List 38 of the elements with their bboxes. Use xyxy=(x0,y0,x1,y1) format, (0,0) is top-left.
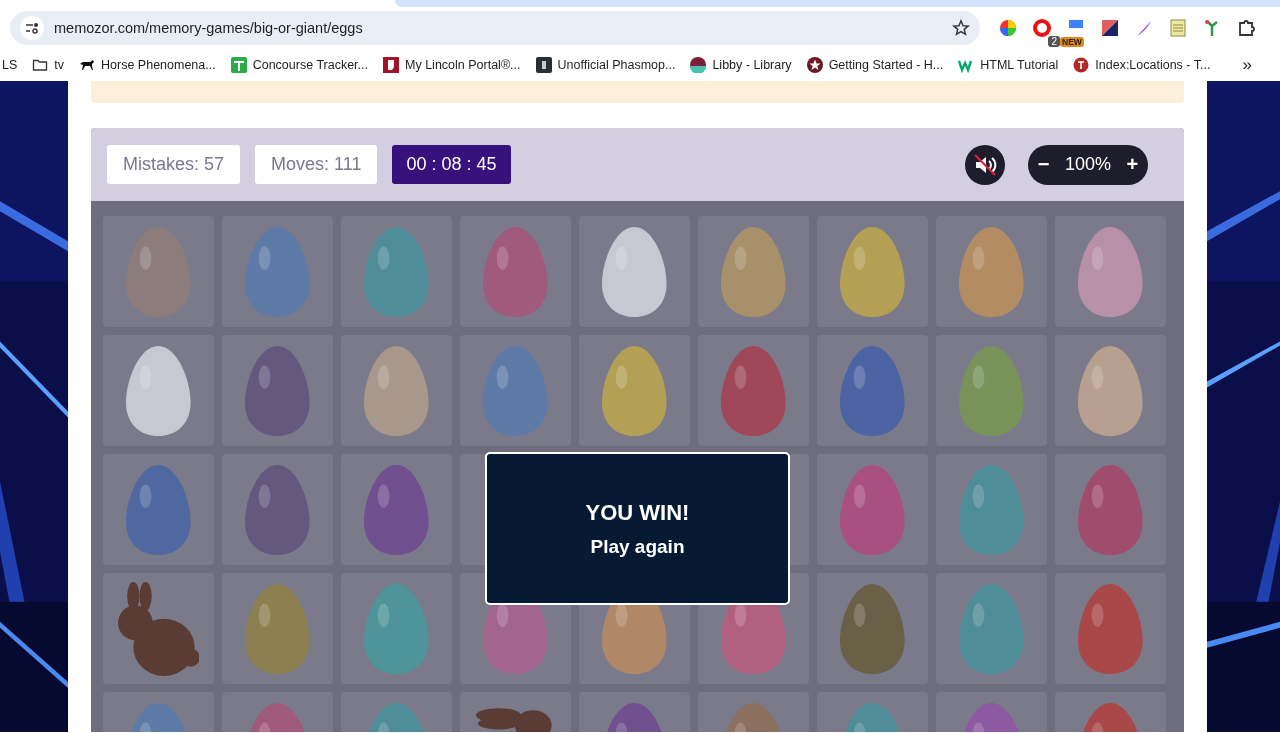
zoom-in-button[interactable]: + xyxy=(1122,153,1143,176)
folder-icon xyxy=(32,57,49,73)
book-icon xyxy=(535,57,552,73)
site-settings-icon[interactable] xyxy=(20,16,44,40)
cross-icon xyxy=(230,57,247,73)
sound-button[interactable] xyxy=(965,144,1005,185)
flag-icon[interactable] xyxy=(1100,18,1120,38)
color-wheel-icon[interactable] xyxy=(998,18,1018,38)
notification-badge: 2 xyxy=(1048,36,1060,47)
bookmark[interactable]: Concourse Tracker... xyxy=(230,57,368,73)
seal-icon xyxy=(1073,57,1090,73)
notepad-icon[interactable] xyxy=(1168,18,1188,38)
bookmark[interactable]: Horse Phenomena... xyxy=(79,57,216,73)
profile-icon xyxy=(383,57,399,73)
win-title: YOU WIN! xyxy=(585,499,690,526)
bookmark[interactable]: HTML Tutorial xyxy=(958,57,1059,73)
bookmark[interactable]: Libby - Library xyxy=(690,57,792,73)
address-bar[interactable]: memozor.com/memory-games/big-or-giant/eggs xyxy=(10,11,980,45)
bookmark[interactable]: LS xyxy=(2,58,18,72)
timer: 00 : 08 : 45 xyxy=(392,145,511,184)
new-badge: NEW xyxy=(1060,37,1084,47)
zoom-level: 100% xyxy=(1064,154,1111,175)
mistakes-counter: Mistakes: 57 xyxy=(107,145,241,184)
libby-icon xyxy=(690,57,707,73)
ring-icon[interactable] xyxy=(1032,18,1052,38)
bookmark-star-icon[interactable] xyxy=(952,19,970,37)
bookmark[interactable]: Unofficial Phasmop... xyxy=(535,57,676,73)
bookmark[interactable]: tv xyxy=(32,57,65,73)
horse-icon xyxy=(79,57,96,73)
extensions-icon[interactable] xyxy=(1236,18,1256,38)
star-icon xyxy=(806,57,823,73)
bookmark[interactable]: Index:Locations - T... xyxy=(1073,57,1211,73)
play-again-button[interactable]: Play again xyxy=(590,535,685,558)
more-bookmarks[interactable]: » xyxy=(1242,55,1252,75)
zoom-out-button[interactable]: − xyxy=(1033,153,1054,176)
bookmark[interactable]: My Lincoln Portal®... xyxy=(383,57,521,73)
moves-counter: Moves: 111 xyxy=(255,145,378,184)
bookmark[interactable]: Getting Started - H... xyxy=(806,57,944,73)
